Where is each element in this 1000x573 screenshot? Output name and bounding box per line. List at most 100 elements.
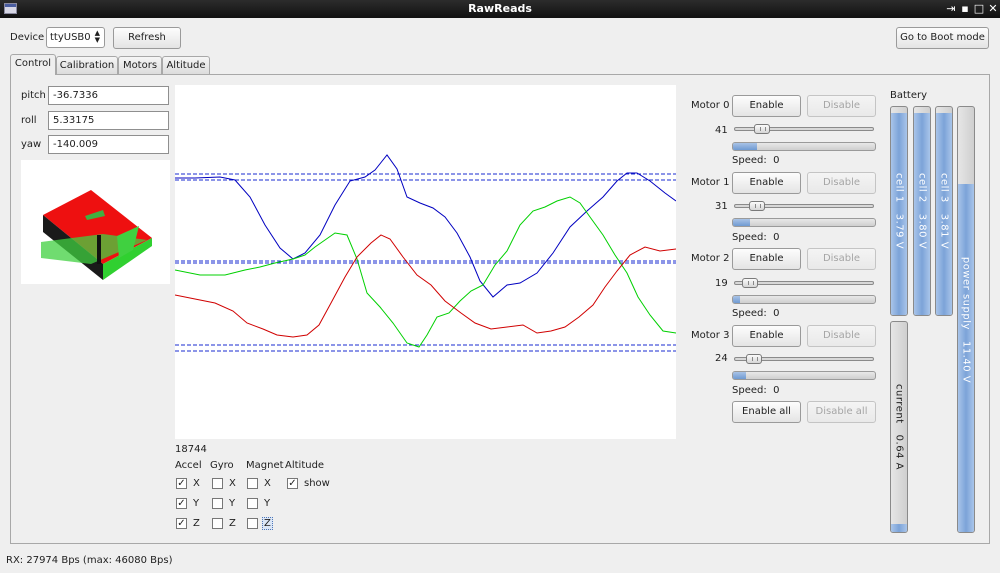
magnet-y-checkbox[interactable] — [247, 498, 258, 509]
motor-1-label: Motor 1 — [691, 177, 730, 188]
cell-2-bar: cell 2 3.80 V — [913, 106, 931, 316]
cell-3-text: cell 3 3.81 V — [938, 172, 950, 250]
plot-series-blue — [175, 154, 677, 298]
accel-y-checkbox[interactable]: ✓ — [176, 498, 187, 509]
accel-z-label: Z — [193, 518, 200, 529]
motor-3-value: 24 — [715, 353, 728, 364]
power-supply-value: 11.40 V — [960, 340, 972, 383]
status-text: RX: 27974 Bps (max: 46080 Bps) — [6, 555, 173, 566]
motor-3-disable-button[interactable]: Disable — [807, 325, 876, 347]
tab-control[interactable]: Control — [10, 54, 56, 75]
motor-0-speed-value: 0 — [773, 155, 780, 166]
maximize-icon[interactable]: □ — [972, 2, 986, 16]
power-supply-bar: power supply 11.40 V — [957, 106, 975, 533]
enable-all-button[interactable]: Enable all — [732, 401, 801, 423]
window-title: RawReads — [468, 2, 532, 15]
yaw-field[interactable]: -140.009 — [48, 135, 169, 154]
title-bar: RawReads ⇥ ▪ □ ✕ — [0, 0, 1000, 18]
sensor-plot — [174, 85, 677, 439]
motor-3-speed-value: 0 — [773, 385, 780, 396]
motor-1-slider-handle[interactable] — [749, 201, 765, 211]
current-value: 0.64 A — [893, 434, 905, 470]
accel-x-checkbox[interactable]: ✓ — [176, 478, 187, 489]
motor-3-enable-button[interactable]: Enable — [732, 325, 801, 347]
disable-all-button[interactable]: Disable all — [807, 401, 876, 423]
motor-0-slider-handle[interactable] — [754, 124, 770, 134]
motor-3-speed-bar — [732, 371, 876, 380]
motor-1-value: 31 — [715, 201, 728, 212]
motor-3-speed-label: Speed: 0 — [732, 385, 780, 396]
pitch-label: pitch — [21, 90, 46, 101]
tab-altitude[interactable]: Altitude — [162, 56, 210, 74]
motor-2-enable-button[interactable]: Enable — [732, 248, 801, 270]
cell-1-bar: cell 1 3.79 V — [890, 106, 908, 316]
motor-2-value: 19 — [715, 278, 728, 289]
cell-3-value: 3.81 V — [938, 213, 950, 250]
cell-2-value: 3.80 V — [916, 213, 928, 250]
magnet-z-label: Z — [262, 517, 273, 530]
gyro-x-checkbox[interactable] — [212, 478, 223, 489]
motor-0-value: 41 — [715, 125, 728, 136]
motor-1-speed-label: Speed: 0 — [732, 232, 780, 243]
gyro-x-label: X — [229, 478, 236, 489]
motor-2-speed-bar — [732, 295, 876, 304]
altitude-show-checkbox[interactable]: ✓ — [287, 478, 298, 489]
motor-1-disable-button[interactable]: Disable — [807, 172, 876, 194]
status-bar: RX: 27974 Bps (max: 46080 Bps) — [0, 552, 1000, 573]
tab-calibration[interactable]: Calibration — [56, 56, 118, 74]
cell-1-value: 3.79 V — [893, 213, 905, 250]
motor-0-speed-label: Speed: 0 — [732, 155, 780, 166]
motor-2-label: Motor 2 — [691, 253, 730, 264]
attitude-3d-view — [21, 160, 170, 284]
motor-2-speed-value: 0 — [773, 308, 780, 319]
motor-3-label: Motor 3 — [691, 330, 730, 341]
gyro-z-label: Z — [229, 518, 236, 529]
battery-title: Battery — [890, 90, 928, 101]
motor-0-enable-button[interactable]: Enable — [732, 95, 801, 117]
pitch-field[interactable]: -36.7336 — [48, 86, 169, 105]
altitude-header: Altitude — [285, 460, 325, 471]
minimize-icon[interactable]: ▪ — [958, 2, 972, 16]
roll-field[interactable]: 5.33175 — [48, 111, 169, 130]
tab-motors[interactable]: Motors — [118, 56, 162, 74]
motor-0-disable-button[interactable]: Disable — [807, 95, 876, 117]
accel-y-label: Y — [193, 498, 200, 509]
yaw-label: yaw — [21, 139, 42, 150]
motor-2-disable-button[interactable]: Disable — [807, 248, 876, 270]
close-icon[interactable]: ✕ — [986, 2, 1000, 16]
motor-1-enable-button[interactable]: Enable — [732, 172, 801, 194]
current-bar: current 0.64 A — [890, 321, 908, 533]
sample-counter: 18744 — [175, 444, 207, 455]
magnet-x-checkbox[interactable] — [247, 478, 258, 489]
altitude-show-label: show — [304, 478, 330, 489]
motor-1-speed-value: 0 — [773, 232, 780, 243]
gyro-z-checkbox[interactable] — [212, 518, 223, 529]
magnet-y-label: Y — [264, 498, 271, 509]
cell-3-bar: cell 3 3.81 V — [935, 106, 953, 316]
motor-2-slider-handle[interactable] — [742, 278, 758, 288]
boot-mode-button[interactable]: Go to Boot mode — [896, 27, 989, 49]
magnet-header: Magnet — [246, 460, 284, 471]
motor-3-slider-handle[interactable] — [746, 354, 762, 364]
accel-z-checkbox[interactable]: ✓ — [176, 518, 187, 529]
power-supply-text: power supply 11.40 V — [960, 256, 972, 383]
magnet-x-label: X — [264, 478, 271, 489]
accel-x-label: X — [193, 478, 200, 489]
cell-2-text: cell 2 3.80 V — [916, 172, 928, 250]
cell-1-text: cell 1 3.79 V — [893, 172, 905, 250]
current-text: current 0.64 A — [893, 384, 905, 470]
motor-2-speed-label: Speed: 0 — [732, 308, 780, 319]
gyro-y-label: Y — [229, 498, 236, 509]
pin-icon[interactable]: ⇥ — [944, 2, 958, 16]
gyro-y-checkbox[interactable] — [212, 498, 223, 509]
device-select[interactable]: ttyUSB0 ▲ ▼ — [46, 27, 105, 48]
device-label: Device — [10, 32, 45, 43]
magnet-z-checkbox[interactable] — [247, 518, 258, 529]
gyro-header: Gyro — [210, 460, 234, 471]
motor-0-label: Motor 0 — [691, 100, 730, 111]
motor-1-speed-bar — [732, 218, 876, 227]
roll-label: roll — [21, 115, 37, 126]
refresh-button[interactable]: Refresh — [113, 27, 181, 49]
plot-series-red — [174, 234, 677, 338]
device-select-value: ttyUSB0 — [50, 32, 91, 43]
